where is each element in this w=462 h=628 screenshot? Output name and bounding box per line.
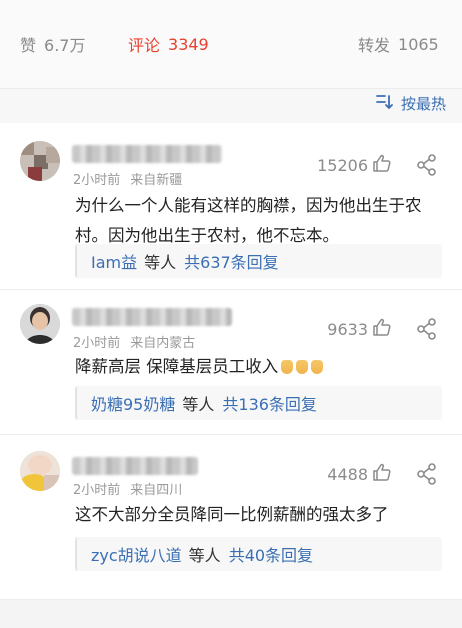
comment-item: 2小时前 来自新疆 15206 为什么一个人能有这样的胸襟，因为他出生于农村。因… — [0, 123, 462, 290]
comment-like-count: 9633 — [327, 319, 368, 339]
reply-count[interactable]: 共136条回复 — [222, 391, 317, 415]
like-tab-label: 赞 — [20, 36, 37, 55]
comment-meta: 2小时前 来自新疆 — [73, 169, 182, 188]
comment-item: 2小时前 来自内蒙古 9633 降薪高层 保障基层员工收入 奶糖95奶糖 等人 … — [0, 290, 462, 435]
thumbs-up-emoji-icon — [311, 360, 324, 374]
comment-count: 3349 — [168, 34, 209, 54]
comment-meta: 2小时前 来自内蒙古 — [73, 332, 195, 351]
thumbs-up-emoji-icon — [296, 360, 309, 374]
sort-button[interactable]: 按最热 — [375, 93, 446, 114]
thumbs-up-icon — [372, 463, 392, 485]
comment-text: 这不大部分全员降同一比例薪酬的强太多了 — [75, 505, 389, 524]
reply-user[interactable]: Iam益 — [91, 249, 137, 273]
reply-count[interactable]: 共637条回复 — [184, 249, 279, 273]
avatar[interactable] — [20, 304, 60, 344]
thumbs-up-icon — [372, 154, 392, 176]
replies-preview[interactable]: zyc胡说八道 等人 共40条回复 — [75, 537, 442, 571]
comment-tab-label: 评论 — [128, 36, 161, 55]
interaction-tab-bar: 赞 6.7万 评论 3349 转发 1065 — [0, 0, 462, 89]
reply-mid: 等人 — [144, 253, 177, 272]
reply-user[interactable]: 奶糖95奶糖 — [91, 391, 175, 415]
comment-location: 来自新疆 — [130, 173, 183, 188]
comment-like-button[interactable]: 15206 — [317, 154, 392, 176]
username-redacted[interactable] — [72, 457, 198, 475]
reply-count[interactable]: 共40条回复 — [229, 542, 313, 566]
repost-tab-label: 转发 — [358, 36, 391, 55]
replies-preview[interactable]: Iam益 等人 共637条回复 — [75, 244, 442, 278]
comment-like-button[interactable]: 9633 — [327, 318, 392, 340]
comment-item: 2小时前 来自四川 4488 这不大部分全员降同一比例薪酬的强太多了 zyc胡说… — [0, 435, 462, 600]
sort-icon — [375, 94, 395, 114]
comment-location: 来自四川 — [130, 483, 183, 498]
comment-location: 来自内蒙古 — [130, 336, 196, 351]
comment-like-count: 15206 — [317, 155, 368, 175]
like-count: 6.7万 — [44, 36, 86, 55]
share-icon[interactable] — [416, 154, 438, 176]
comment-text-row: 降薪高层 保障基层员工收入 — [75, 352, 440, 382]
reply-mid: 等人 — [188, 546, 221, 565]
avatar[interactable] — [20, 451, 60, 491]
username-redacted[interactable] — [72, 308, 232, 326]
repost-count: 1065 — [398, 34, 439, 54]
thumbs-up-emoji-icon — [281, 360, 294, 374]
comment-text: 降薪高层 保障基层员工收入 — [75, 357, 279, 376]
comment-tab[interactable]: 评论 3349 — [128, 32, 209, 56]
sort-label: 按最热 — [400, 95, 446, 113]
reply-mid: 等人 — [182, 395, 215, 414]
comment-like-count: 4488 — [327, 464, 368, 484]
comment-time: 2小时前 — [73, 483, 121, 498]
like-tab[interactable]: 赞 6.7万 — [20, 32, 85, 56]
reply-user[interactable]: zyc胡说八道 — [91, 542, 182, 566]
sort-bar: 按最热 — [0, 89, 462, 123]
comment-time: 2小时前 — [73, 173, 121, 188]
comment-like-button[interactable]: 4488 — [327, 463, 392, 485]
share-icon[interactable] — [416, 463, 438, 485]
avatar[interactable] — [20, 141, 60, 181]
comment-text: 为什么一个人能有这样的胸襟，因为他出生于农村。因为他出生于农村，他不忘本。 — [75, 196, 422, 245]
comment-time: 2小时前 — [73, 336, 121, 351]
username-redacted[interactable] — [72, 145, 222, 163]
repost-tab[interactable]: 转发 1065 — [358, 32, 439, 56]
replies-preview[interactable]: 奶糖95奶糖 等人 共136条回复 — [75, 386, 442, 420]
comment-meta: 2小时前 来自四川 — [73, 479, 182, 498]
share-icon[interactable] — [416, 318, 438, 340]
thumbs-up-icon — [372, 318, 392, 340]
